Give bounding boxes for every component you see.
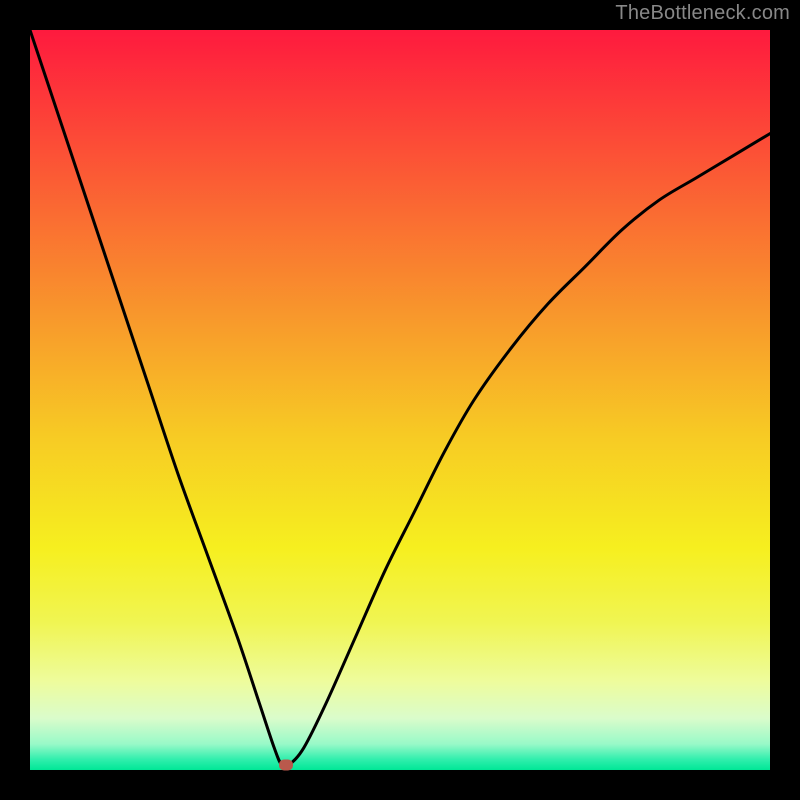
chart-container: TheBottleneck.com — [0, 0, 800, 800]
watermark-text: TheBottleneck.com — [615, 2, 790, 25]
plot-area — [30, 30, 770, 770]
bottleneck-curve — [30, 30, 770, 770]
optimal-point-marker — [279, 760, 293, 771]
